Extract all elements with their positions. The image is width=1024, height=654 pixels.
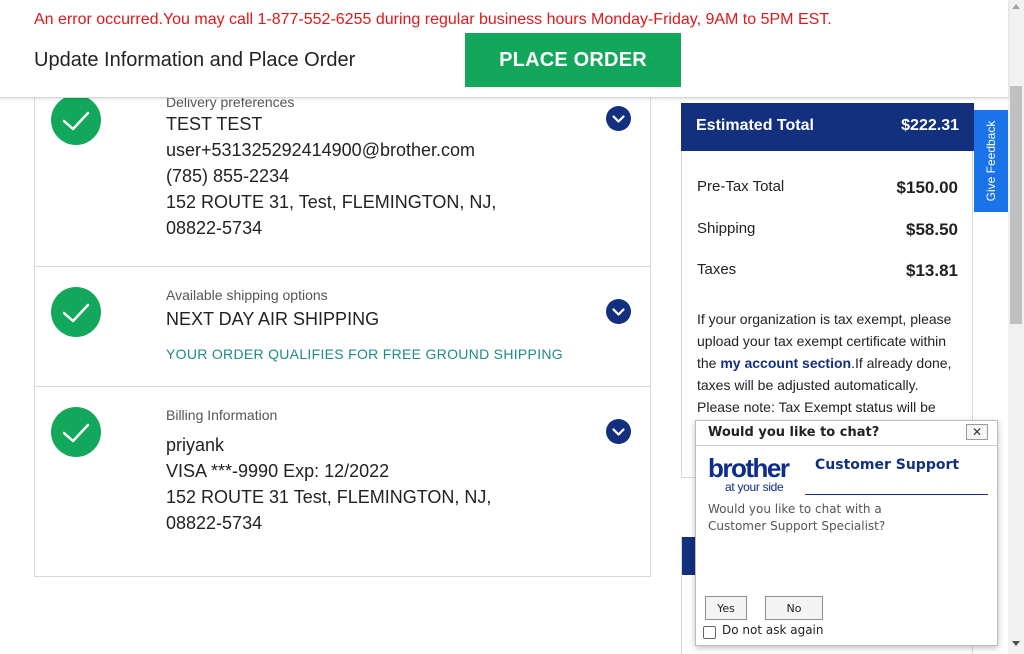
taxes-label: Taxes (697, 261, 737, 278)
delivery-section: Delivery preferences TEST TEST user+5313… (35, 80, 650, 267)
do-not-ask-label: Do not ask again (722, 623, 824, 637)
chat-prompt-text: Would you like to chat with a Customer S… (708, 502, 886, 533)
check-circle-icon (51, 287, 101, 337)
divider (805, 494, 988, 495)
shipping-cost-value: $58.50 (906, 220, 958, 239)
shipping-label: Available shipping options (166, 287, 328, 303)
billing-name: priyank (166, 435, 225, 455)
error-message: An error occurred.You may call 1-877-552… (34, 11, 832, 28)
shipping-cost-label: Shipping (697, 220, 756, 237)
chat-no-button[interactable]: No (765, 596, 823, 620)
give-feedback-tab[interactable]: Give Feedback (974, 110, 1008, 212)
estimated-total-bar: Estimated Total $222.31 (681, 103, 974, 151)
brother-logo-word: brother (708, 453, 790, 483)
chevron-down-icon[interactable] (606, 106, 631, 131)
check-circle-icon (51, 95, 101, 145)
chat-popup: Would you like to chat? ✕ brother at you… (695, 420, 998, 646)
customer-support-heading: Customer Support (815, 457, 960, 473)
delivery-phone: (785) 855-2234 (166, 166, 290, 186)
page-header: An error occurred.You may call 1-877-552… (0, 0, 1008, 98)
my-account-link[interactable]: my account section (720, 355, 851, 371)
do-not-ask-checkbox[interactable] (703, 626, 716, 639)
chat-popup-title: Would you like to chat? (708, 425, 880, 440)
chat-yes-button[interactable]: Yes (705, 596, 747, 620)
taxes-value: $13.81 (906, 261, 958, 280)
shipping-section: Available shipping options NEXT DAY AIR … (35, 267, 650, 387)
free-shipping-note: YOUR ORDER QUALIFIES FOR FREE GROUND SHI… (166, 346, 563, 362)
estimated-total-label: Estimated Total (696, 117, 814, 134)
delivery-email: user+531325292414900@brother.com (166, 140, 476, 160)
close-icon[interactable]: ✕ (966, 424, 988, 440)
order-sections: Delivery preferences TEST TEST user+5313… (34, 80, 651, 577)
scroll-up-arrow-icon[interactable] (1012, 4, 1020, 9)
pretax-value: $150.00 (896, 178, 958, 197)
billing-section: Billing Information priyank VISA ***-999… (35, 387, 650, 577)
billing-address: 152 ROUTE 31 Test, FLEMINGTON, NJ, (166, 487, 492, 507)
delivery-zip: 08822-5734 (166, 218, 263, 238)
divider (696, 445, 997, 446)
billing-label: Billing Information (166, 407, 278, 423)
scrollbar-thumb[interactable] (1010, 86, 1022, 324)
place-order-button[interactable]: PLACE ORDER (465, 33, 681, 87)
page-title: Update Information and Place Order (34, 49, 356, 71)
give-feedback-label: Give Feedback (984, 120, 998, 202)
delivery-address: 152 ROUTE 31, Test, FLEMINGTON, NJ, (166, 192, 497, 212)
brother-logo-tagline: at your side (725, 480, 784, 494)
shipping-option: NEXT DAY AIR SHIPPING (166, 309, 380, 329)
chevron-down-icon[interactable] (606, 419, 631, 444)
chevron-down-icon[interactable] (606, 299, 631, 324)
check-circle-icon (51, 407, 101, 457)
tax-exempt-note: If your organization is tax exempt, plea… (697, 308, 962, 418)
billing-card: VISA ***-9990 Exp: 12/2022 (166, 461, 390, 481)
estimated-total-value: $222.31 (901, 117, 959, 134)
brother-logo: brother at your side (708, 455, 804, 495)
scroll-down-arrow-icon[interactable] (1012, 641, 1020, 646)
pretax-label: Pre-Tax Total (697, 178, 785, 195)
billing-zip: 08822-5734 (166, 513, 263, 533)
delivery-name: TEST TEST (166, 114, 263, 134)
page-scrollbar[interactable] (1008, 0, 1024, 654)
